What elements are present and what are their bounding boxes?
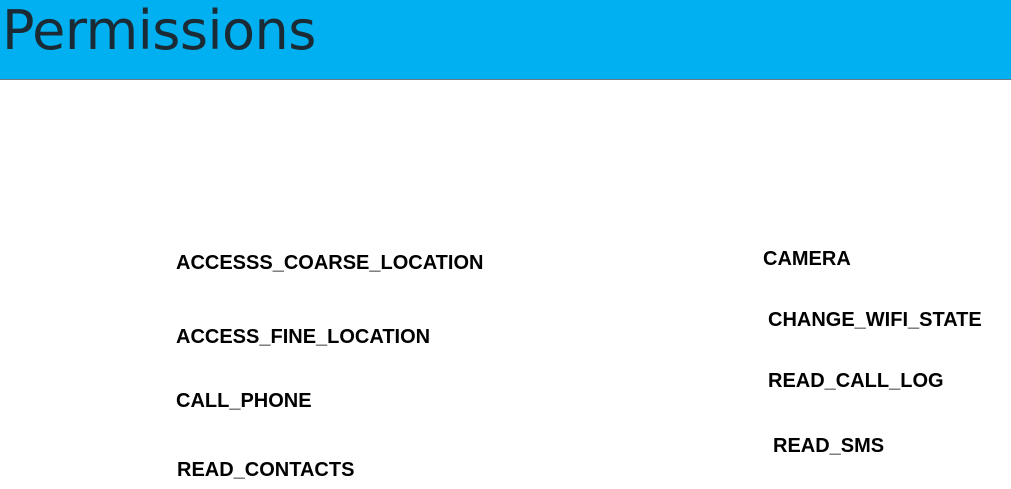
- permission-item: READ_SMS: [773, 435, 885, 457]
- permission-item: READ_CONTACTS: [177, 459, 355, 481]
- permission-item: READ_CALL_LOG: [768, 370, 944, 392]
- permission-item: CALL_PHONE: [176, 390, 312, 412]
- page-title: Permissions: [2, 0, 316, 62]
- title-banner: Permissions: [0, 0, 1011, 80]
- permission-item: CAMERA: [763, 248, 851, 270]
- permission-item: ACCESS_FINE_LOCATION: [176, 326, 431, 348]
- permission-item: CHANGE_WIFI_STATE: [768, 309, 982, 331]
- permission-item: ACCESSS_COARSE_LOCATION: [176, 252, 484, 274]
